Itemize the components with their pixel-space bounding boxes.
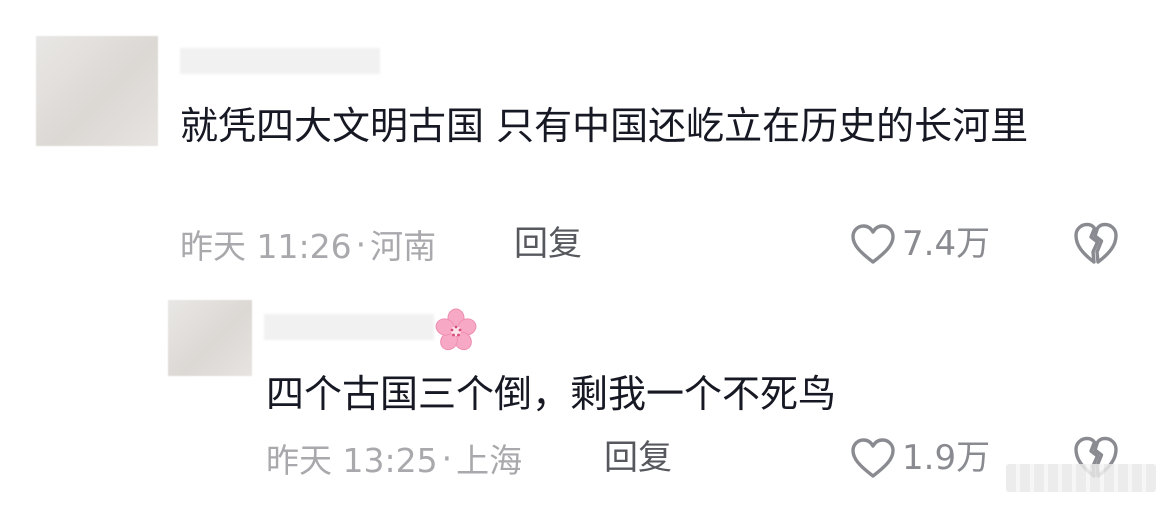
- avatar[interactable]: [36, 36, 158, 146]
- comment-location: 上海: [456, 441, 523, 480]
- comment-text: 四个古国三个倒，剩我一个不死鸟: [266, 372, 837, 416]
- cherry-blossom-icon: [435, 308, 477, 351]
- meta-separator: ·: [355, 224, 367, 264]
- heart-outline-icon: [851, 438, 895, 478]
- reply-button[interactable]: 回复: [514, 222, 582, 266]
- comment-item: 就凭四大文明古国 只有中国还屹立在历史的长河里 昨天 11:26 · 河南 回复…: [0, 0, 1170, 290]
- broken-heart-icon: [1074, 222, 1118, 264]
- comment-time: 昨天 13:25: [266, 441, 438, 480]
- like-button[interactable]: 7.4万: [850, 220, 990, 268]
- avatar[interactable]: [168, 300, 252, 376]
- dislike-button[interactable]: [1072, 220, 1120, 268]
- comment-time: 昨天 11:26: [180, 227, 352, 266]
- username-redacted[interactable]: [180, 48, 380, 74]
- comment-meta: 昨天 11:26 · 河南: [180, 222, 437, 267]
- heart-outline-icon: [851, 224, 895, 264]
- username-redacted[interactable]: [264, 314, 434, 340]
- like-button[interactable]: 1.9万: [850, 434, 990, 482]
- comment-meta: 昨天 13:25 · 上海: [266, 436, 523, 481]
- comment-location: 河南: [370, 227, 437, 266]
- comment-text: 就凭四大文明古国 只有中国还屹立在历史的长河里: [180, 104, 1029, 148]
- like-count: 7.4万: [902, 224, 991, 264]
- reply-comment-item: 四个古国三个倒，剩我一个不死鸟 昨天 13:25 · 上海 回复 1.9万: [0, 290, 1170, 510]
- like-count: 1.9万: [902, 438, 991, 478]
- reply-button[interactable]: 回复: [604, 436, 672, 480]
- meta-separator: ·: [441, 438, 453, 478]
- watermark: [1006, 464, 1156, 492]
